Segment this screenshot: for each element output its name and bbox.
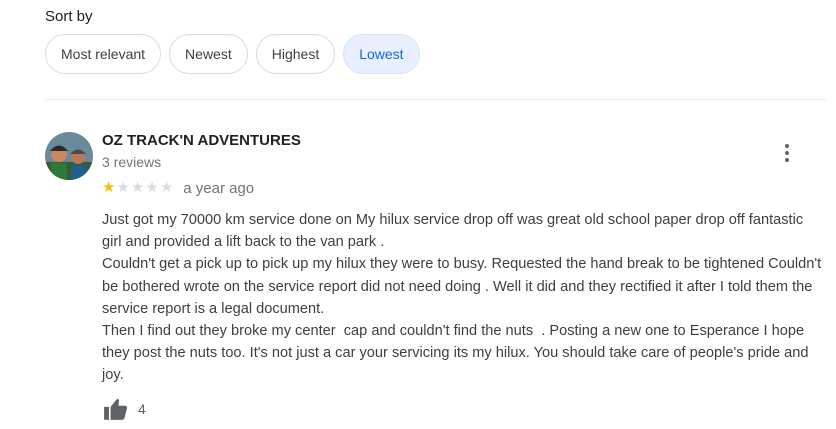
thumb-up-icon[interactable]: [102, 396, 130, 422]
review-paragraph: Then I find out they broke my center cap…: [102, 323, 813, 384]
review-text: Just got my 70000 km service done on My …: [102, 209, 824, 387]
star-filled-icon: ★: [102, 179, 116, 196]
sort-newest-chip[interactable]: Newest: [169, 34, 248, 74]
reviewer-avatar[interactable]: [45, 132, 93, 180]
star-empty-icon: ★: [159, 179, 174, 196]
like-row: 4: [102, 396, 146, 422]
avatar-photo: [45, 132, 93, 180]
review-paragraph: Just got my 70000 km service done on My …: [102, 212, 808, 251]
star-empty-icon: ★: [116, 179, 130, 196]
sort-lowest-chip[interactable]: Lowest: [343, 34, 420, 74]
star-empty-icon: ★: [130, 179, 145, 196]
menu-dot: [785, 151, 789, 155]
star-empty-icon: ★: [145, 179, 159, 196]
review-date: a year ago: [183, 179, 255, 197]
more-options-icon[interactable]: [772, 140, 802, 166]
star-rating: ★ ★ ★ ★ ★: [102, 179, 173, 197]
reviewer-review-count[interactable]: 3 reviews: [102, 154, 161, 170]
menu-dot: [785, 158, 789, 162]
sort-options: Most relevant Newest Highest Lowest: [45, 34, 420, 74]
review-paragraph: Couldn't get a pick up to pick up my hil…: [102, 256, 826, 317]
sort-by-label: Sort by: [45, 8, 93, 25]
rating-row: ★ ★ ★ ★ ★ a year ago: [102, 179, 254, 197]
menu-dot: [785, 144, 789, 148]
reviewer-name[interactable]: OZ TRACK'N ADVENTURES: [102, 132, 301, 149]
like-count: 4: [138, 401, 146, 417]
sort-most-relevant-chip[interactable]: Most relevant: [45, 34, 162, 74]
sort-highest-chip[interactable]: Highest: [255, 34, 336, 74]
section-divider: [45, 99, 826, 100]
